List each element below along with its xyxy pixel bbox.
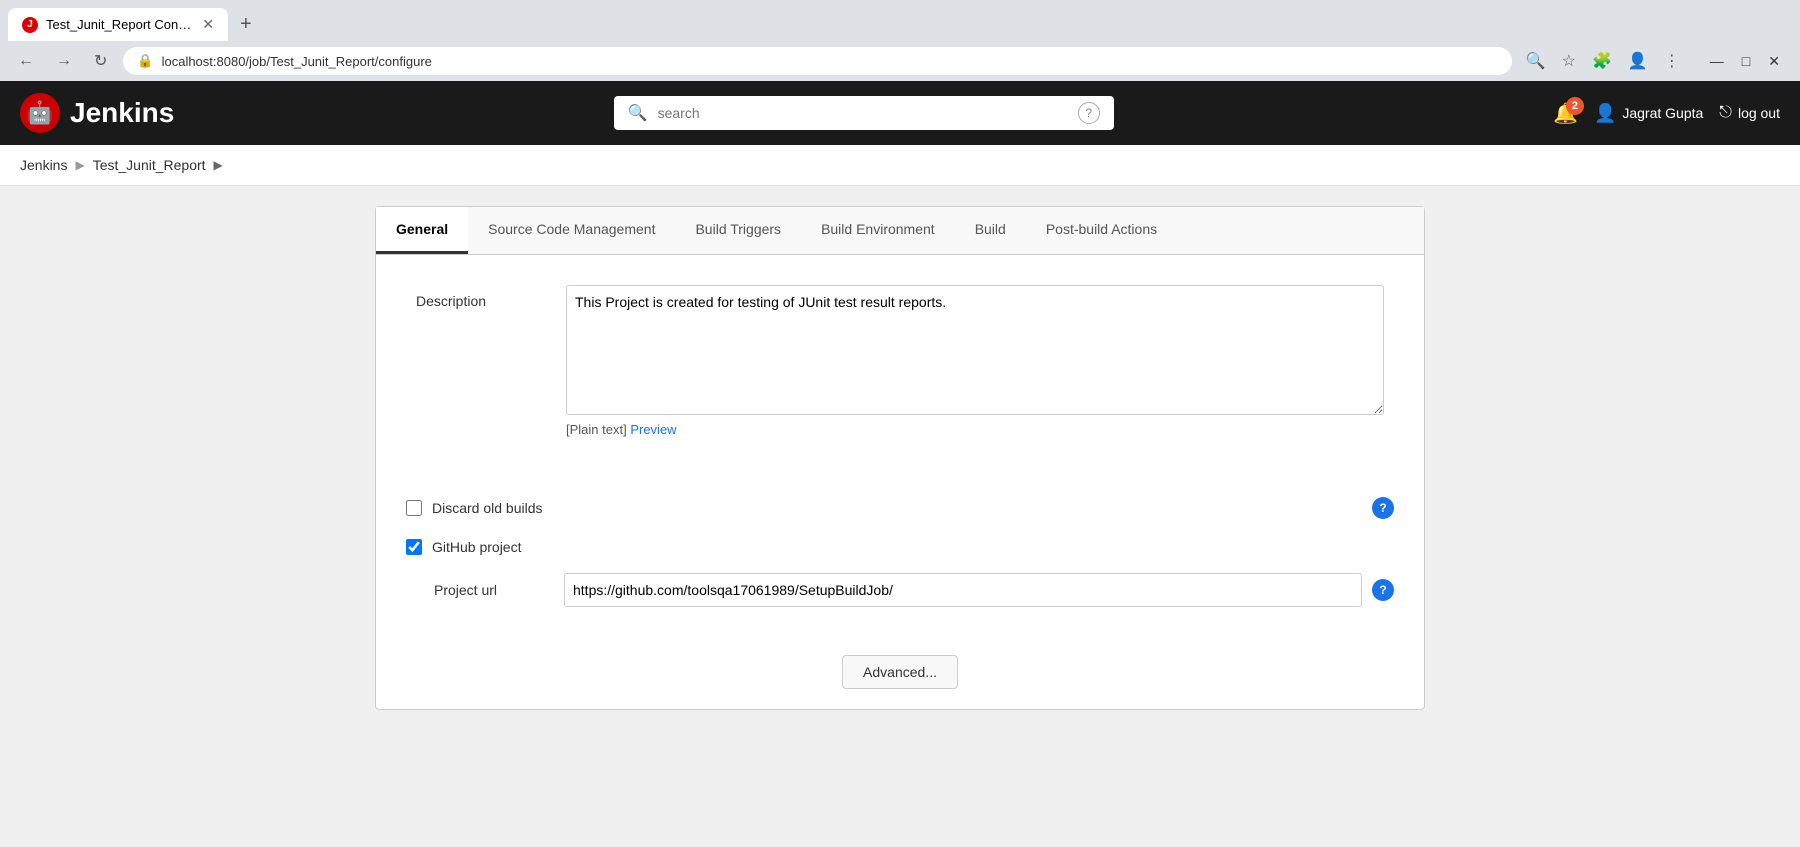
search-help-button[interactable]: ? xyxy=(1078,102,1100,124)
github-project-label[interactable]: GitHub project xyxy=(432,539,521,555)
checkbox-section: Discard old builds ? GitHub project Proj… xyxy=(376,487,1424,709)
back-button[interactable]: ← xyxy=(12,48,40,74)
breadcrumb-project[interactable]: Test_Junit_Report xyxy=(93,157,206,173)
config-panel: General Source Code Management Build Tri… xyxy=(375,206,1425,710)
tab-build-environment[interactable]: Build Environment xyxy=(801,207,955,254)
preview-link[interactable]: Preview xyxy=(630,422,676,437)
breadcrumb-root[interactable]: Jenkins xyxy=(20,157,67,173)
description-wrap: This Project is created for testing of J… xyxy=(566,285,1384,437)
tab-general[interactable]: General xyxy=(376,207,468,254)
extension-button[interactable]: 🧩 xyxy=(1588,47,1616,75)
form-area: Description This Project is created for … xyxy=(376,255,1424,487)
jenkins-logo[interactable]: 🤖 Jenkins xyxy=(20,93,174,133)
browser-chrome: J Test_Junit_Report Config [Jenkins ✕ + … xyxy=(0,0,1800,81)
header-actions: 🔔 2 👤 Jagrat Gupta ⎋ log out xyxy=(1553,101,1780,126)
search-input[interactable] xyxy=(658,105,1068,121)
notification-badge: 2 xyxy=(1566,97,1584,115)
search-box: 🔍 ? xyxy=(614,96,1114,130)
bookmark-button[interactable]: ☆ xyxy=(1558,47,1580,75)
profile-button[interactable]: 👤 xyxy=(1624,47,1652,75)
reload-button[interactable]: ↻ xyxy=(88,47,113,75)
tab-scm[interactable]: Source Code Management xyxy=(468,207,675,254)
breadcrumb-separator-1: ▶ xyxy=(75,158,84,172)
notifications-button[interactable]: 🔔 2 xyxy=(1553,101,1578,126)
github-project-checkbox[interactable] xyxy=(406,539,422,555)
main-content: General Source Code Management Build Tri… xyxy=(0,186,1800,847)
description-label: Description xyxy=(416,285,546,309)
advanced-button[interactable]: Advanced... xyxy=(842,655,958,689)
zoom-button[interactable]: 🔍 xyxy=(1522,47,1550,75)
search-icon: 🔍 xyxy=(628,103,648,123)
window-controls: — □ ✕ xyxy=(1702,49,1788,74)
jenkins-icon: 🤖 xyxy=(20,93,60,133)
tab-title: Test_Junit_Report Config [Jenkins xyxy=(46,17,194,32)
discard-builds-help-button[interactable]: ? xyxy=(1372,497,1394,519)
tab-bar: J Test_Junit_Report Config [Jenkins ✕ + xyxy=(0,0,1800,41)
plain-text-label: [Plain text] xyxy=(566,422,627,437)
description-textarea[interactable]: This Project is created for testing of J… xyxy=(566,285,1384,415)
discard-builds-label[interactable]: Discard old builds xyxy=(432,500,543,516)
url-bar[interactable]: 🔒 localhost:8080/job/Test_Junit_Report/c… xyxy=(123,47,1511,75)
discard-builds-checkbox[interactable] xyxy=(406,500,422,516)
project-url-label: Project url xyxy=(434,582,554,598)
user-info[interactable]: 👤 Jagrat Gupta xyxy=(1594,103,1703,124)
lock-icon: 🔒 xyxy=(137,53,153,69)
maximize-button[interactable]: □ xyxy=(1734,49,1758,74)
discard-builds-row: Discard old builds ? xyxy=(406,487,1394,529)
active-tab[interactable]: J Test_Junit_Report Config [Jenkins ✕ xyxy=(8,8,228,41)
project-url-help-button[interactable]: ? xyxy=(1372,579,1394,601)
project-url-row: Project url ? xyxy=(406,565,1394,615)
minimize-button[interactable]: — xyxy=(1702,49,1732,74)
close-tab-button[interactable]: ✕ xyxy=(202,16,214,33)
tab-favicon: J xyxy=(22,17,38,33)
breadcrumb-arrow: ▶ xyxy=(214,158,223,172)
github-project-row: GitHub project xyxy=(406,529,1394,565)
jenkins-title: Jenkins xyxy=(70,97,174,129)
forward-button[interactable]: → xyxy=(50,48,78,74)
browser-actions: 🔍 ☆ 🧩 👤 ⋮ xyxy=(1522,47,1684,75)
url-text: localhost:8080/job/Test_Junit_Report/con… xyxy=(162,54,432,69)
logout-button[interactable]: ⎋ log out xyxy=(1719,104,1780,122)
breadcrumb: Jenkins ▶ Test_Junit_Report ▶ xyxy=(0,145,1800,186)
logout-label: log out xyxy=(1738,105,1780,121)
logout-icon: ⎋ xyxy=(1719,104,1732,122)
tab-postbuild[interactable]: Post-build Actions xyxy=(1026,207,1177,254)
jenkins-header: 🤖 Jenkins 🔍 ? 🔔 2 👤 Jagrat Gupta ⎋ log o… xyxy=(0,81,1800,145)
config-tab-nav: General Source Code Management Build Tri… xyxy=(376,207,1424,255)
tab-build[interactable]: Build xyxy=(955,207,1026,254)
user-icon: 👤 xyxy=(1594,103,1616,124)
description-row: Description This Project is created for … xyxy=(416,285,1384,437)
project-url-input[interactable] xyxy=(564,573,1362,607)
menu-button[interactable]: ⋮ xyxy=(1660,47,1684,75)
tab-build-triggers[interactable]: Build Triggers xyxy=(675,207,801,254)
plain-text-note: [Plain text] Preview xyxy=(566,422,1384,437)
close-window-button[interactable]: ✕ xyxy=(1760,49,1788,74)
new-tab-button[interactable]: + xyxy=(232,9,260,40)
header-search: 🔍 ? xyxy=(194,96,1533,130)
user-name: Jagrat Gupta xyxy=(1622,105,1703,121)
address-bar: ← → ↻ 🔒 localhost:8080/job/Test_Junit_Re… xyxy=(0,41,1800,81)
